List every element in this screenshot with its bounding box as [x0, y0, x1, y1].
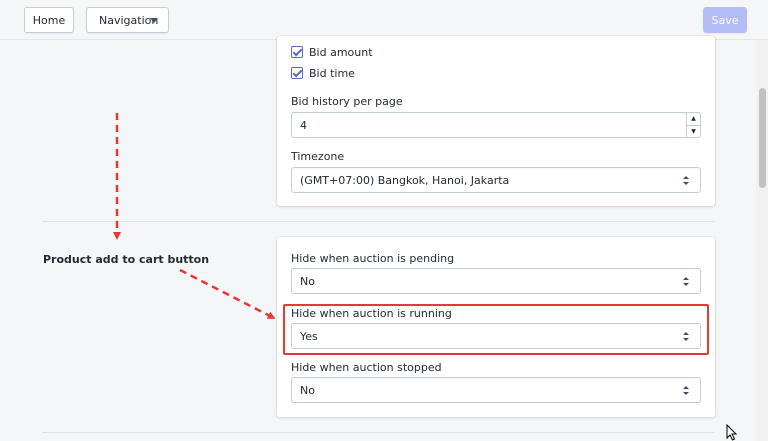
select-arrows-icon — [682, 385, 690, 397]
stepper-down-icon[interactable]: ▼ — [687, 126, 700, 138]
bid-amount-checkbox[interactable] — [291, 46, 303, 58]
bid-time-checkbox[interactable] — [291, 67, 303, 79]
bid-history-value: 4 — [300, 118, 307, 132]
timezone-select[interactable]: (GMT+07:00) Bangkok, Hanoi, Jakarta — [291, 167, 701, 193]
chevron-down-icon — [150, 18, 158, 23]
save-button[interactable]: Save — [703, 7, 747, 33]
hide-stopped-select[interactable]: No — [291, 377, 701, 403]
timezone-label: Timezone — [291, 150, 345, 163]
mouse-cursor-icon — [726, 424, 738, 441]
scrollbar-thumb[interactable] — [759, 88, 766, 188]
hide-stopped-label: Hide when auction stopped — [291, 361, 442, 374]
top-toolbar: Home Navigation Save — [0, 0, 768, 40]
stepper-up-icon[interactable]: ▲ — [687, 113, 700, 126]
home-button[interactable]: Home — [24, 7, 74, 33]
highlight-box — [283, 304, 709, 355]
annotation-arrow-right — [179, 268, 276, 319]
bid-history-input[interactable]: 4 ▲ ▼ — [291, 112, 701, 138]
select-arrows-icon — [682, 175, 690, 187]
section-divider — [42, 221, 715, 222]
bid-history-label: Bid history per page — [291, 95, 403, 108]
page-scrollbar[interactable] — [756, 40, 768, 441]
select-arrows-icon — [682, 276, 690, 288]
section-title: Product add to cart button — [43, 253, 210, 266]
hide-pending-value: No — [300, 274, 315, 288]
hide-pending-select[interactable]: No — [291, 268, 701, 294]
hide-stopped-value: No — [300, 383, 315, 397]
bid-time-label: Bid time — [309, 66, 355, 80]
bid-amount-checkbox-row[interactable]: Bid amount — [291, 44, 373, 60]
bid-amount-label: Bid amount — [309, 45, 373, 59]
section-divider — [42, 432, 715, 433]
bid-time-checkbox-row[interactable]: Bid time — [291, 65, 355, 81]
number-stepper[interactable]: ▲ ▼ — [686, 113, 700, 137]
navigation-dropdown[interactable]: Navigation — [86, 7, 169, 33]
timezone-value: (GMT+07:00) Bangkok, Hanoi, Jakarta — [300, 173, 510, 187]
hide-pending-label: Hide when auction is pending — [291, 252, 455, 265]
